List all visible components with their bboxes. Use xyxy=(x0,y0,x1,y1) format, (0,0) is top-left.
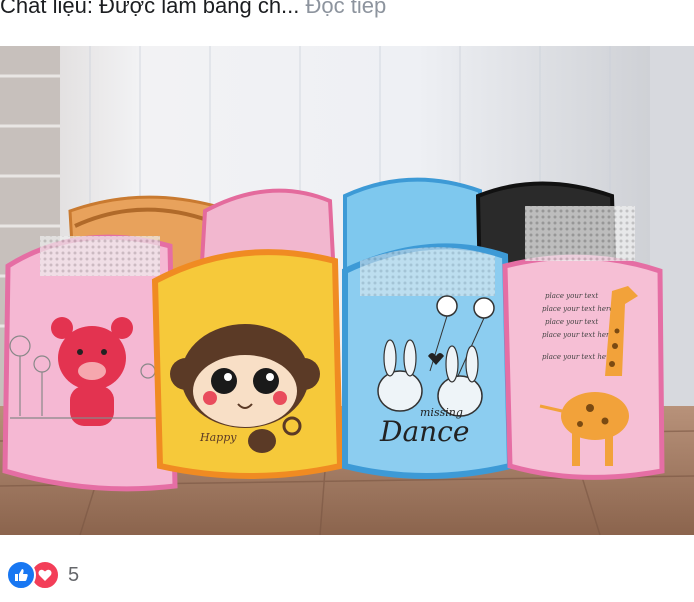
like-icon xyxy=(6,560,36,590)
monkey-tag-text: Happy xyxy=(199,431,237,444)
giraffe-text-4: place your text here xyxy=(542,331,614,339)
reaction-count[interactable]: 5 xyxy=(68,564,79,587)
giraffe-text-5: place your text here xyxy=(542,353,614,361)
laundry-baskets-image: Happy missing Dance place your text plac… xyxy=(0,46,694,535)
bunny-big-text: Dance xyxy=(379,415,469,448)
caption-text: Chất liệu: Được làm bằng ch... xyxy=(0,0,300,18)
reaction-bar[interactable]: 5 xyxy=(6,558,79,592)
giraffe-text-2: place your text here xyxy=(542,305,614,313)
see-more-link[interactable]: Đọc tiếp xyxy=(306,0,387,18)
post-caption: Chất liệu: Được làm bằng ch... Đọc tiếp xyxy=(0,0,694,24)
giraffe-text-3: place your text xyxy=(545,318,598,326)
giraffe-text-1: place your text xyxy=(545,292,598,300)
post-photo[interactable]: Happy missing Dance place your text plac… xyxy=(0,46,694,535)
